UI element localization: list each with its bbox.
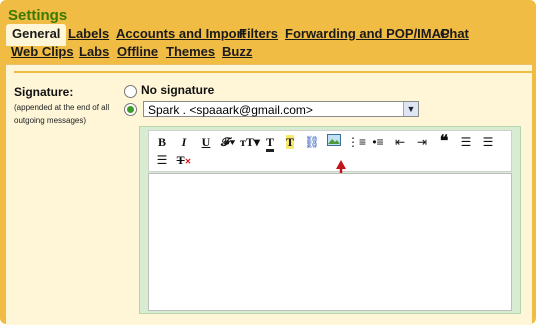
tab-themes[interactable]: Themes	[166, 44, 215, 59]
bulleted-list-icon[interactable]: •≡	[369, 133, 387, 151]
image-glyph	[327, 134, 341, 146]
remove-formatting-icon[interactable]: T✕	[175, 151, 193, 169]
tab-labs[interactable]: Labs	[79, 44, 109, 59]
bold-icon[interactable]: B	[153, 133, 171, 151]
highlight-icon[interactable]: T	[281, 133, 299, 151]
tab-general[interactable]: General	[6, 24, 67, 46]
signature-label: Signature:	[14, 85, 74, 99]
tab-labels[interactable]: Labels	[68, 26, 109, 41]
settings-title: Settings	[8, 7, 68, 24]
text-color-icon[interactable]: T	[261, 133, 279, 152]
signature-editor: B I U 𝓕▾ тT▾ T T ⛓ ⋮≡ •≡ ⇤ ⇥ ❝ ☰ ☰ ☰ T✕	[139, 126, 521, 314]
numbered-list-icon[interactable]: ⋮≡	[347, 133, 366, 151]
align-left-icon[interactable]: ☰	[457, 133, 475, 151]
chevron-down-icon[interactable]: ▼	[403, 102, 418, 116]
signature-text-area[interactable]	[148, 173, 512, 311]
no-signature-label: No signature	[141, 83, 215, 97]
link-icon[interactable]: ⛓	[303, 133, 321, 151]
settings-panel: Signature: (appended at the end of all o…	[6, 64, 536, 325]
settings-frame: Settings General Labels Accounts and Imp…	[0, 0, 536, 325]
italic-icon[interactable]: I	[175, 133, 193, 151]
signature-account-value: Spark . <spaaark@gmail.com>	[148, 103, 313, 117]
signature-account-select[interactable]: Spark . <spaaark@gmail.com> ▼	[143, 101, 419, 117]
underline-icon[interactable]: U	[197, 133, 215, 151]
tab-filters[interactable]: Filters	[239, 26, 278, 41]
quote-icon[interactable]: ❝	[435, 133, 453, 151]
signature-radio-selected[interactable]	[124, 103, 137, 116]
divider	[14, 71, 536, 73]
formatting-toolbar: B I U 𝓕▾ тT▾ T T ⛓ ⋮≡ •≡ ⇤ ⇥ ❝ ☰ ☰ ☰ T✕	[148, 130, 512, 172]
tab-offline[interactable]: Offline	[117, 44, 158, 59]
font-size-icon[interactable]: тT▾	[239, 133, 261, 151]
no-signature-radio[interactable]	[124, 85, 137, 98]
font-icon[interactable]: 𝓕▾	[217, 133, 239, 151]
tab-buzz[interactable]: Buzz	[222, 44, 252, 59]
radio-selected-dot	[127, 106, 134, 113]
indent-icon[interactable]: ⇥	[413, 133, 431, 151]
tab-web-clips[interactable]: Web Clips	[11, 44, 74, 59]
align-center-icon[interactable]: ☰	[479, 133, 497, 151]
tab-chat[interactable]: Chat	[440, 26, 469, 41]
align-right-icon[interactable]: ☰	[153, 151, 171, 169]
insert-image-icon[interactable]	[325, 133, 343, 151]
signature-note: (appended at the end of all outgoing mes…	[14, 103, 110, 125]
outdent-icon[interactable]: ⇤	[391, 133, 409, 151]
tab-forwarding-and-pop-imap[interactable]: Forwarding and POP/IMAP	[285, 26, 450, 41]
tab-accounts-and-import[interactable]: Accounts and Import	[116, 26, 246, 41]
